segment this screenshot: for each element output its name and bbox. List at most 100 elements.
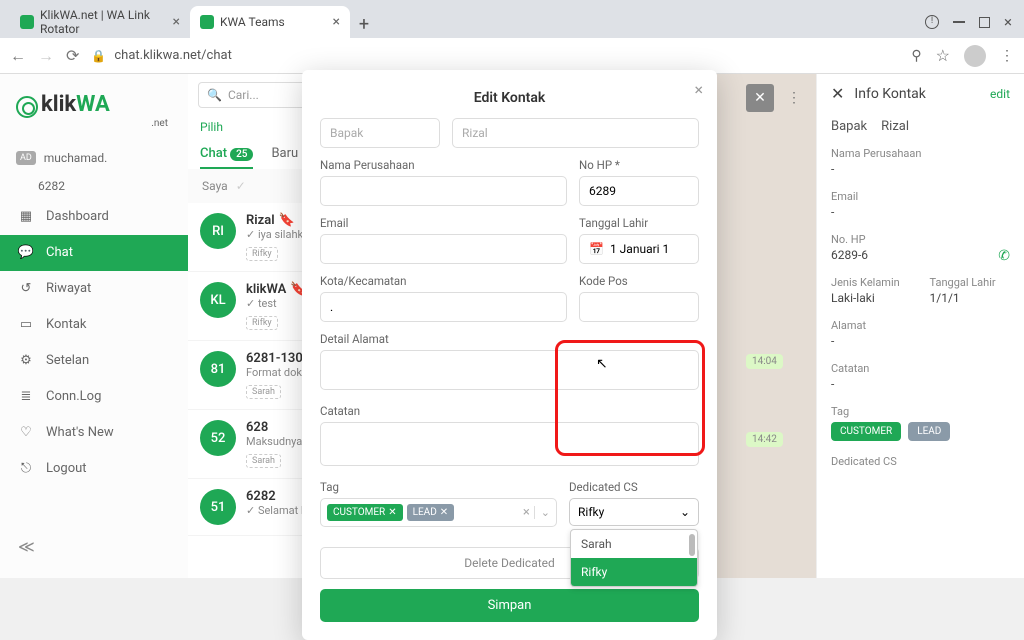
email-input[interactable] bbox=[320, 234, 567, 264]
tag-chip-lead[interactable]: LEAD✕ bbox=[407, 504, 455, 521]
back-icon[interactable]: ← bbox=[10, 46, 26, 66]
favicon-icon bbox=[20, 15, 34, 29]
star-icon[interactable]: ☆ bbox=[936, 46, 950, 65]
collapse-sidebar-icon[interactable]: ≪ bbox=[0, 525, 188, 568]
edit-contact-modal: × Edit Kontak Nama Perusahaan No HP * Em… bbox=[302, 70, 717, 640]
tag-icon: 🔖 bbox=[279, 213, 295, 228]
close-icon[interactable]: × bbox=[333, 14, 340, 30]
minimize-icon[interactable] bbox=[953, 21, 965, 23]
user-badge: AD bbox=[16, 151, 36, 165]
grid-icon: ▦ bbox=[18, 209, 34, 225]
notes-input[interactable] bbox=[320, 422, 699, 466]
avatar: 81 bbox=[200, 351, 236, 387]
dob-input[interactable]: 📅1 Januari 1 bbox=[579, 234, 699, 264]
logo: klikWA .net bbox=[0, 84, 188, 143]
nav-connlog[interactable]: ≣Conn.Log bbox=[0, 379, 188, 415]
tag-customer: CUSTOMER bbox=[831, 422, 901, 441]
logo-suffix: .net bbox=[16, 118, 172, 129]
sidebar: klikWA .net AD muchamad. 6282 ▦Dashboard… bbox=[0, 74, 188, 578]
chat-icon: 💬 bbox=[18, 245, 34, 261]
close-icon[interactable]: × bbox=[173, 14, 180, 30]
maximize-icon[interactable] bbox=[979, 17, 990, 28]
url-text: chat.klikwa.net/chat bbox=[114, 48, 231, 63]
user-info[interactable]: AD muchamad. bbox=[0, 143, 188, 173]
avatar: KL bbox=[200, 282, 236, 318]
dedicated-cs-select[interactable]: Rifky ⌄ Sarah Rifky bbox=[569, 498, 699, 526]
dedicated-cs-dropdown: Sarah Rifky bbox=[570, 529, 698, 587]
remove-icon: ✕ bbox=[388, 507, 396, 518]
contact-info-panel: ✕ Info Kontak edit BapakRizal Nama Perus… bbox=[816, 74, 1024, 578]
remove-icon: ✕ bbox=[440, 507, 448, 518]
phone-input[interactable] bbox=[579, 176, 699, 206]
logout-icon: ⎋ bbox=[18, 461, 34, 477]
window-close-icon[interactable]: × bbox=[1004, 13, 1012, 31]
tab-baru[interactable]: Baru bbox=[271, 146, 298, 169]
company-input[interactable] bbox=[320, 176, 567, 206]
new-tab-button[interactable]: + bbox=[350, 10, 378, 38]
clear-icon[interactable]: × bbox=[523, 505, 530, 520]
name-input[interactable] bbox=[452, 118, 699, 148]
archive-icon[interactable]: ✕ bbox=[746, 84, 774, 112]
modal-title: Edit Kontak bbox=[320, 84, 699, 118]
chevron-down-icon: ⌄ bbox=[680, 505, 690, 519]
browser-tab[interactable]: KlikWA.net | WA Link Rotator × bbox=[10, 6, 190, 38]
save-button[interactable]: Simpan bbox=[320, 589, 699, 622]
nav-whatsnew[interactable]: ♡What's New bbox=[0, 415, 188, 451]
nav-setelan[interactable]: ⚙Setelan bbox=[0, 343, 188, 379]
postal-input[interactable] bbox=[579, 292, 699, 322]
reload-icon[interactable]: ⟳ bbox=[66, 46, 79, 65]
tab-chat[interactable]: Chat25 bbox=[200, 146, 253, 169]
gear-icon: ⚙ bbox=[18, 353, 34, 369]
modal-close-icon[interactable]: × bbox=[694, 80, 703, 99]
nav-riwayat[interactable]: ↺Riwayat bbox=[0, 271, 188, 307]
history-icon: ↺ bbox=[18, 281, 34, 297]
avatar: 52 bbox=[200, 420, 236, 456]
tab-badge: 25 bbox=[230, 148, 253, 161]
chevron-down-icon[interactable]: ⌄ bbox=[534, 506, 550, 519]
contacts-icon: ▭ bbox=[18, 317, 34, 333]
close-icon[interactable]: ✕ bbox=[831, 84, 844, 103]
browser-tab-active[interactable]: KWA Teams × bbox=[190, 6, 350, 38]
info-icon[interactable]: ! bbox=[925, 15, 939, 29]
key-icon[interactable]: ⚲ bbox=[911, 48, 921, 64]
msg-time: 14:04 bbox=[746, 354, 783, 369]
edit-link[interactable]: edit bbox=[990, 87, 1010, 101]
menu-icon[interactable]: ⋮ bbox=[1000, 48, 1014, 64]
dcs-option-rifky[interactable]: Rifky bbox=[571, 558, 697, 586]
profile-icon[interactable] bbox=[964, 45, 986, 67]
whatsapp-icon[interactable]: ✆ bbox=[998, 248, 1010, 264]
title-select[interactable] bbox=[320, 118, 440, 148]
more-icon[interactable]: ⋮ bbox=[780, 84, 808, 112]
url-field[interactable]: 🔒 chat.klikwa.net/chat bbox=[91, 48, 899, 63]
browser-address-bar: ← → ⟳ 🔒 chat.klikwa.net/chat ⚲ ☆ ⋮ bbox=[0, 38, 1024, 74]
nav-chat[interactable]: 💬Chat bbox=[0, 235, 188, 271]
dcs-option-sarah[interactable]: Sarah bbox=[571, 530, 697, 558]
nav-logout[interactable]: ⎋Logout bbox=[0, 451, 188, 487]
calendar-icon: 📅 bbox=[589, 242, 604, 256]
avatar: 51 bbox=[200, 489, 236, 525]
address-input[interactable] bbox=[320, 350, 699, 390]
tag-select[interactable]: CUSTOMER✕ LEAD✕ × ⌄ bbox=[320, 498, 557, 527]
user-phone: 6282 bbox=[0, 173, 188, 199]
check-icon: ✓ bbox=[236, 179, 246, 193]
avatar: RI bbox=[200, 213, 236, 249]
browser-tab-strip: KlikWA.net | WA Link Rotator × KWA Teams… bbox=[0, 0, 1024, 38]
log-icon: ≣ bbox=[18, 389, 34, 405]
user-name: muchamad. bbox=[44, 151, 108, 165]
tab-title: KlikWA.net | WA Link Rotator bbox=[40, 8, 167, 36]
favicon-icon bbox=[200, 15, 214, 29]
forward-icon[interactable]: → bbox=[38, 46, 54, 66]
scrollbar[interactable] bbox=[689, 534, 695, 556]
city-input[interactable] bbox=[320, 292, 567, 322]
heart-icon: ♡ bbox=[18, 425, 34, 441]
msg-time: 14:42 bbox=[746, 432, 783, 447]
panel-title: Info Kontak bbox=[854, 86, 980, 102]
tab-title: KWA Teams bbox=[220, 15, 285, 29]
tag-chip-customer[interactable]: CUSTOMER✕ bbox=[327, 504, 403, 521]
logo-icon bbox=[16, 96, 38, 118]
tag-lead: LEAD bbox=[908, 422, 950, 441]
nav-dashboard[interactable]: ▦Dashboard bbox=[0, 199, 188, 235]
nav-kontak[interactable]: ▭Kontak bbox=[0, 307, 188, 343]
lock-icon: 🔒 bbox=[91, 49, 106, 63]
search-icon: 🔍 bbox=[207, 88, 222, 102]
